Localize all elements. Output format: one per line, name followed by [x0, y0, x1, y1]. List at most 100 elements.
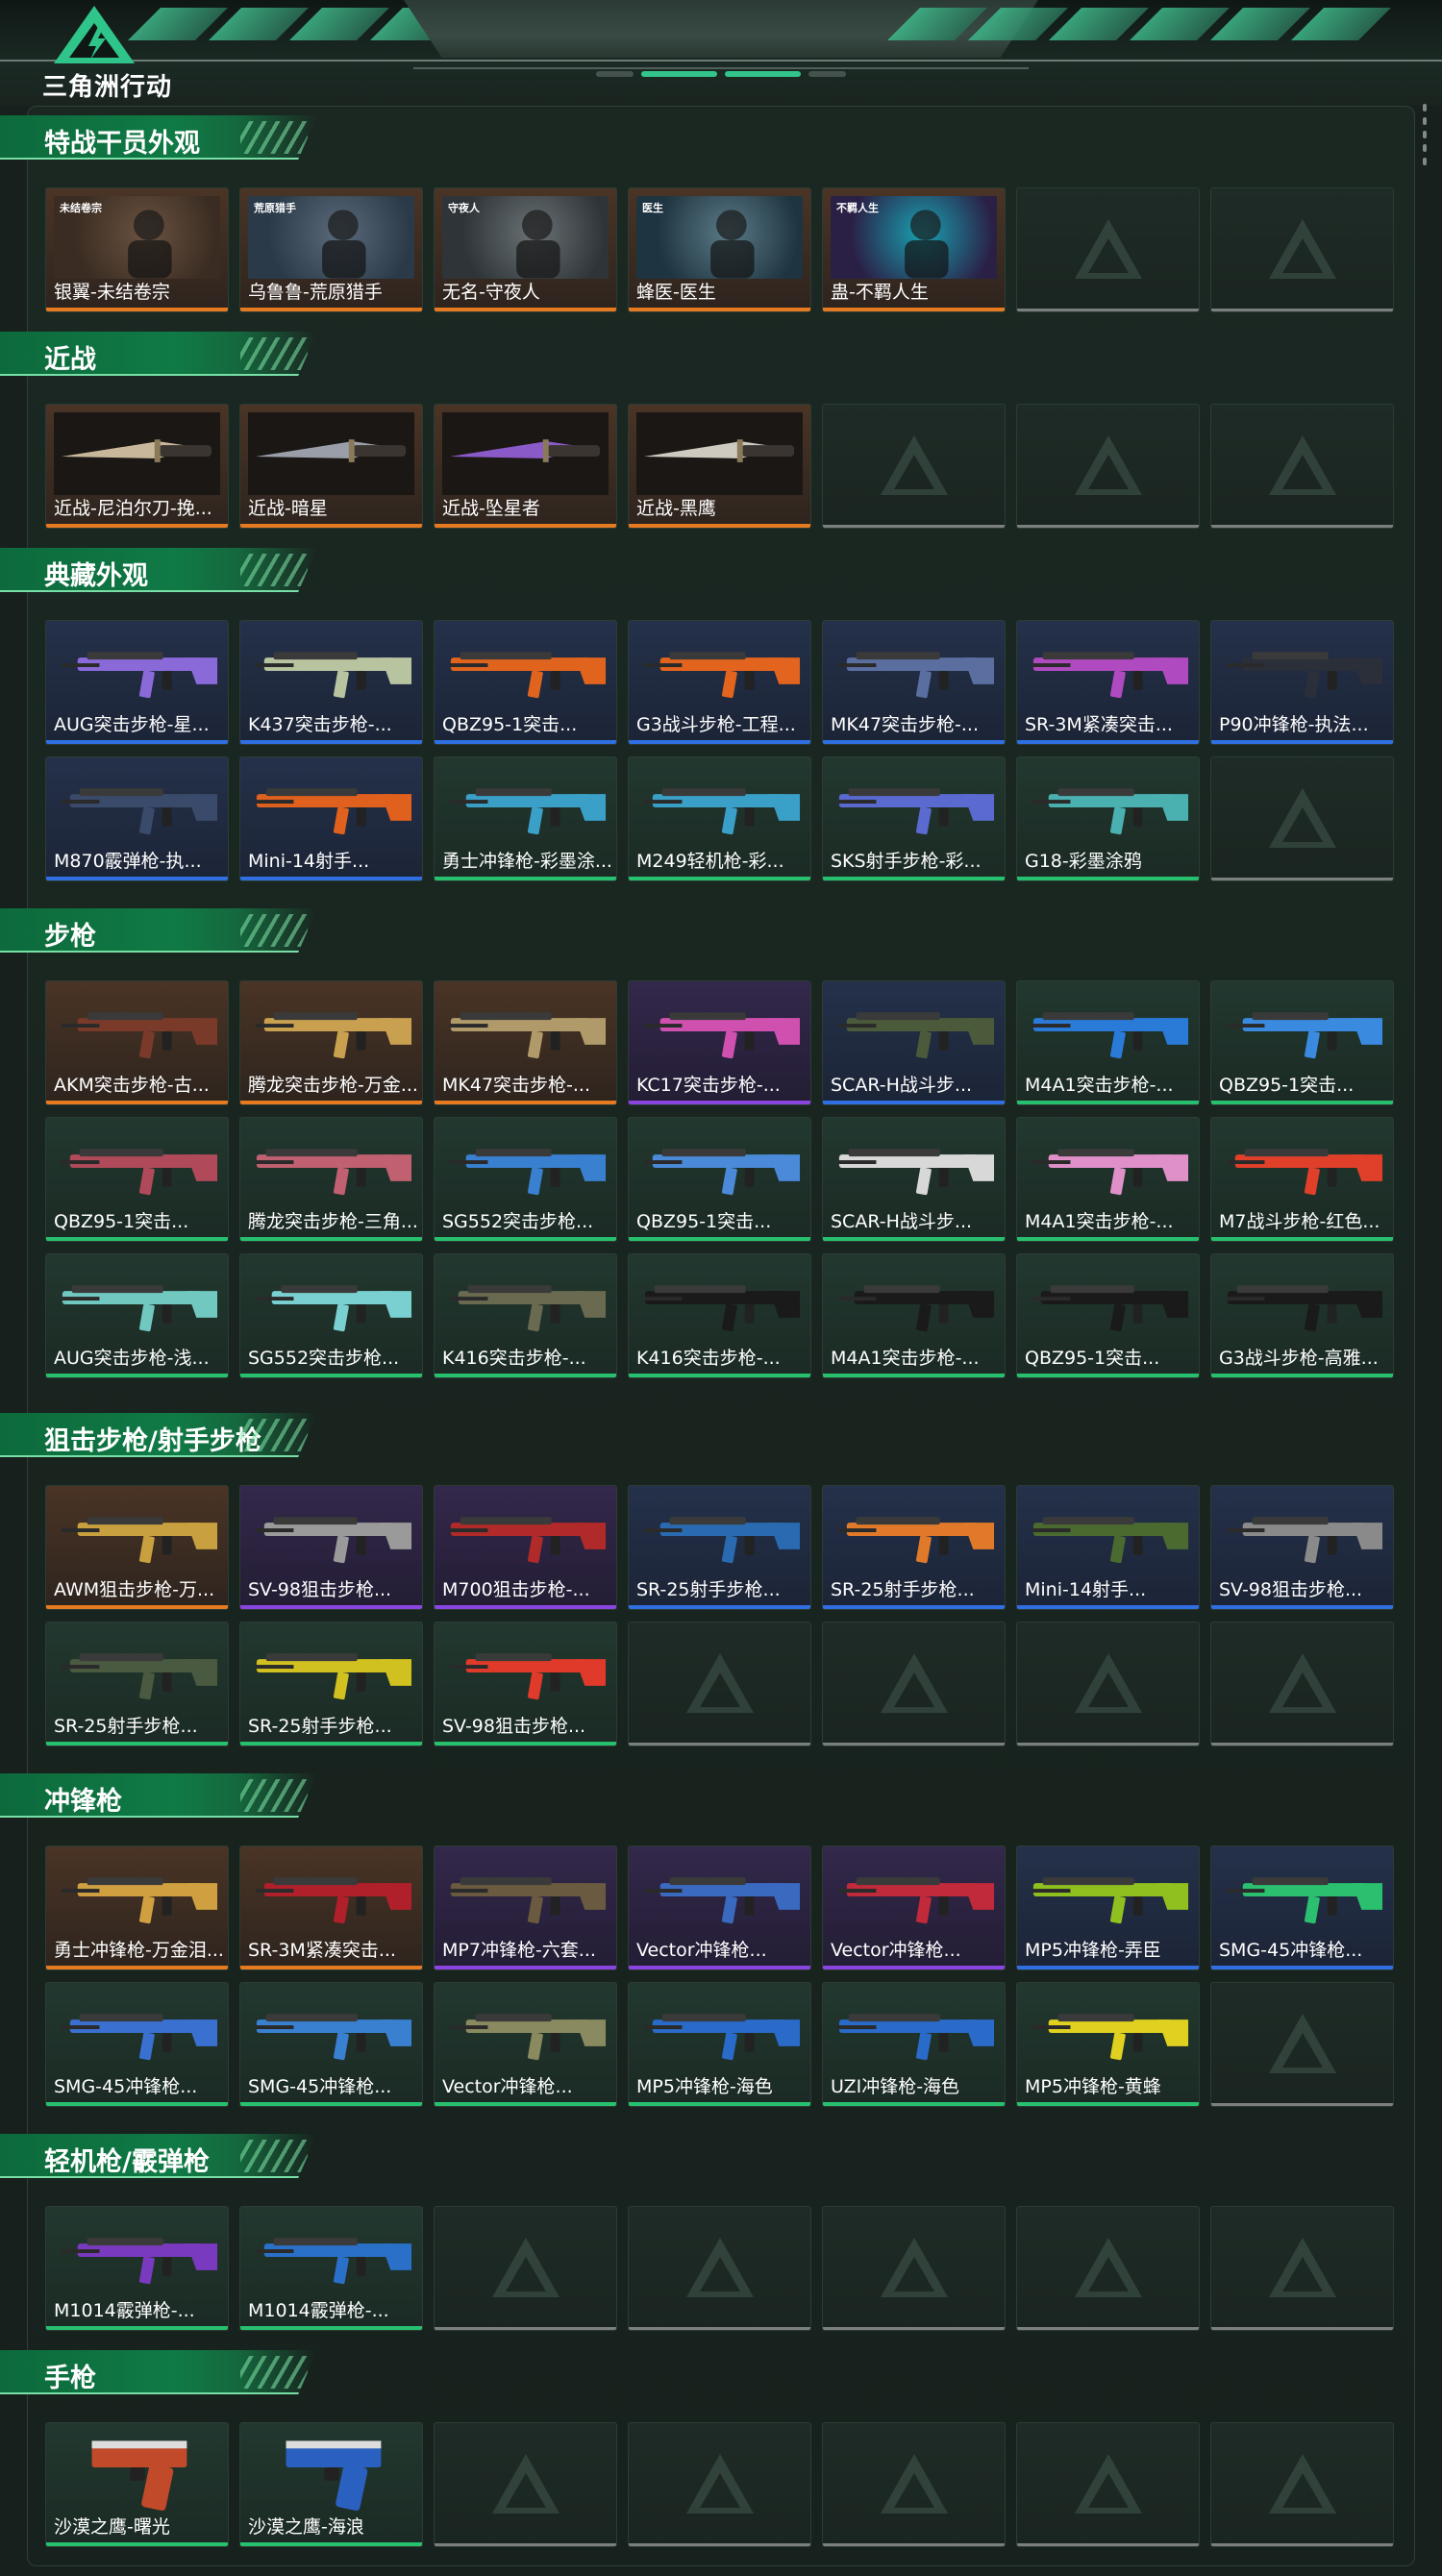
section-title: 典藏外观 — [0, 548, 317, 592]
skin-card[interactable]: SV-98狙击步枪... — [239, 1485, 423, 1610]
rarity-bar — [629, 1101, 810, 1104]
skin-card[interactable]: QBZ95-1突击... — [1016, 1253, 1200, 1378]
weapon-icon — [54, 1494, 220, 1576]
skin-card[interactable]: 腾龙突击步枪-三角... — [239, 1117, 423, 1242]
skin-card[interactable]: KC17突击步枪-... — [628, 980, 811, 1105]
skin-card[interactable]: 沙漠之鹰-曙光 — [45, 2422, 229, 2547]
skin-card[interactable]: Vector冲锋枪... — [434, 1982, 617, 2107]
weapon-icon — [54, 765, 220, 848]
rarity-bar — [435, 308, 616, 311]
weapon-icon — [831, 765, 997, 848]
skin-card[interactable]: Vector冲锋枪... — [822, 1845, 1006, 1970]
rarity-bar — [240, 1237, 422, 1241]
skin-card[interactable]: AKM突击步枪-古... — [45, 980, 229, 1105]
skin-name: QBZ95-1突击... — [636, 1211, 772, 1232]
skin-card[interactable]: G18-彩墨涂鸦 — [1016, 756, 1200, 881]
weapon-icon — [1219, 1854, 1385, 1937]
skin-card[interactable]: SMG-45冲锋枪... — [239, 1982, 423, 2107]
skin-card[interactable]: M4A1突击步枪-... — [1016, 1117, 1200, 1242]
weapon-icon — [831, 1494, 997, 1576]
skin-card[interactable]: Mini-14射手... — [1016, 1485, 1200, 1610]
skin-card[interactable]: SV-98狙击步枪... — [434, 1622, 617, 1746]
skin-card[interactable]: M4A1突击步枪-... — [1016, 980, 1200, 1105]
empty-slot — [628, 2422, 811, 2547]
rarity-bar — [629, 308, 810, 311]
skin-card[interactable]: M1014霰弹枪-... — [45, 2206, 229, 2331]
placeholder-logo-icon — [490, 2452, 561, 2515]
operator-tag: 未结卷宗 — [60, 202, 102, 214]
rarity-bar — [1211, 309, 1393, 311]
skin-card[interactable]: 守夜人 无名-守夜人 — [434, 187, 617, 312]
skin-card[interactable]: K437突击步枪-... — [239, 620, 423, 745]
weapon-icon — [831, 1262, 997, 1345]
skin-card[interactable]: SR-25射手步枪... — [239, 1622, 423, 1746]
scroll-indicator[interactable] — [1423, 104, 1429, 171]
skin-card[interactable]: SV-98狙击步枪... — [1210, 1485, 1394, 1610]
skin-card[interactable]: SMG-45冲锋枪... — [45, 1982, 229, 2107]
skin-card[interactable]: 腾龙突击步枪-万金... — [239, 980, 423, 1105]
weapon-icon — [1219, 1262, 1385, 1345]
skin-name: MP5冲锋枪-黄蜂 — [1025, 2076, 1161, 2097]
skin-card[interactable]: SR-25射手步枪... — [628, 1485, 811, 1610]
header-divider-inner — [413, 67, 1029, 69]
section-title-label: 典藏外观 — [44, 561, 148, 591]
skin-card[interactable]: SCAR-H战斗步... — [822, 1117, 1006, 1242]
skin-card[interactable]: SR-25射手步枪... — [822, 1485, 1006, 1610]
skin-card[interactable]: UZI冲锋枪-海色 — [822, 1982, 1006, 2107]
skin-card[interactable]: 近战-暗星 — [239, 404, 423, 529]
skin-card[interactable]: MK47突击步枪-... — [434, 980, 617, 1105]
skin-card[interactable]: QBZ95-1突击... — [1210, 980, 1394, 1105]
skin-card[interactable]: Vector冲锋枪... — [628, 1845, 811, 1970]
weapon-icon — [636, 1262, 803, 1345]
skin-card[interactable]: 荒原猎手 乌鲁鲁-荒原猎手 — [239, 187, 423, 312]
rarity-bar — [629, 2543, 810, 2546]
skin-card[interactable]: SR-3M紧凑突击... — [1016, 620, 1200, 745]
skin-card[interactable]: M7战斗步枪-红色... — [1210, 1117, 1394, 1242]
skin-card[interactable]: SKS射手步枪-彩... — [822, 756, 1006, 881]
skin-card[interactable]: AUG突击步枪-浅... — [45, 1253, 229, 1378]
skin-card[interactable]: K416突击步枪-... — [434, 1253, 617, 1378]
rarity-bar — [1017, 309, 1199, 311]
skin-card[interactable]: P90冲锋枪-执法... — [1210, 620, 1394, 745]
skin-card[interactable]: SG552突击步枪... — [239, 1253, 423, 1378]
delta-logo-icon — [54, 6, 135, 63]
skin-card[interactable]: 未结卷宗 银翼-未结卷宗 — [45, 187, 229, 312]
skin-card[interactable]: M249轻机枪-彩... — [628, 756, 811, 881]
skin-card[interactable]: MP5冲锋枪-弄臣 — [1016, 1845, 1200, 1970]
skin-card[interactable]: 沙漠之鹰-海浪 — [239, 2422, 423, 2547]
skin-card[interactable]: QBZ95-1突击... — [628, 1117, 811, 1242]
skin-card[interactable]: MP7冲锋枪-六套... — [434, 1845, 617, 1970]
skin-card[interactable]: K416突击步枪-... — [628, 1253, 811, 1378]
skin-card[interactable]: G3战斗步枪-工程... — [628, 620, 811, 745]
skin-card[interactable]: 勇士冲锋枪-彩墨涂... — [434, 756, 617, 881]
skin-card[interactable]: MK47突击步枪-... — [822, 620, 1006, 745]
skin-card[interactable]: 不羁人生 蛊-不羁人生 — [822, 187, 1006, 312]
rarity-bar — [46, 1374, 228, 1377]
skin-card[interactable]: MP5冲锋枪-海色 — [628, 1982, 811, 2107]
skin-card[interactable]: G3战斗步枪-高雅... — [1210, 1253, 1394, 1378]
skin-card[interactable]: 近战-坠星者 — [434, 404, 617, 529]
skin-card[interactable]: M700狙击步枪-... — [434, 1485, 617, 1610]
skin-card[interactable]: 近战-尼泊尔刀-挽... — [45, 404, 229, 529]
header-indicator — [596, 71, 846, 79]
skin-card[interactable]: QBZ95-1突击... — [434, 620, 617, 745]
skin-card[interactable]: AUG突击步枪-星... — [45, 620, 229, 745]
skin-card[interactable]: 医生 蜂医-医生 — [628, 187, 811, 312]
skin-card[interactable]: SMG-45冲锋枪... — [1210, 1845, 1394, 1970]
skin-card[interactable]: M1014霰弹枪-... — [239, 2206, 423, 2331]
skin-card[interactable]: 勇士冲锋枪-万金泪... — [45, 1845, 229, 1970]
operator-portrait: 医生 — [636, 196, 803, 279]
skin-card[interactable]: M870霰弹枪-执... — [45, 756, 229, 881]
skin-card[interactable]: SCAR-H战斗步... — [822, 980, 1006, 1105]
rarity-bar — [629, 1966, 810, 1969]
skin-card[interactable]: SG552突击步枪... — [434, 1117, 617, 1242]
skin-card[interactable]: MP5冲锋枪-黄蜂 — [1016, 1982, 1200, 2107]
skin-card[interactable]: SR-25射手步枪... — [45, 1622, 229, 1746]
skin-card[interactable]: QBZ95-1突击... — [45, 1117, 229, 1242]
skin-card[interactable]: 近战-黑鹰 — [628, 404, 811, 529]
skin-card[interactable]: Mini-14射手... — [239, 756, 423, 881]
rarity-bar — [1017, 740, 1199, 744]
skin-card[interactable]: AWM狙击步枪-万... — [45, 1485, 229, 1610]
skin-card[interactable]: M4A1突击步枪-... — [822, 1253, 1006, 1378]
skin-card[interactable]: SR-3M紧凑突击... — [239, 1845, 423, 1970]
